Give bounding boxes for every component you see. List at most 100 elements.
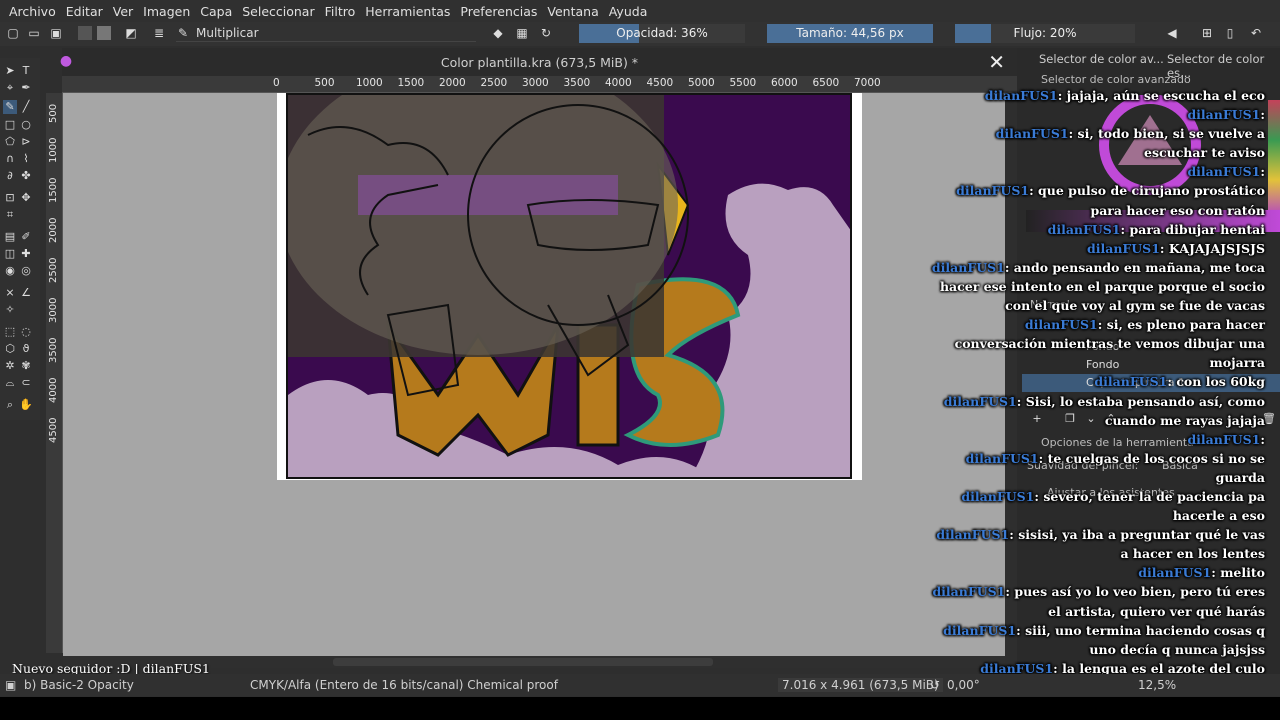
pattern-swatch-icon[interactable] (97, 26, 111, 40)
menu-item[interactable]: Editar (61, 4, 108, 19)
krita-logo-icon: ● (59, 53, 73, 69)
contiguous-select-icon[interactable]: ✲ (3, 359, 17, 373)
freehand-select-icon[interactable]: ϑ (19, 342, 33, 356)
opacity-slider[interactable]: Opacidad: 36% (579, 24, 745, 43)
menu-item[interactable]: Filtro (320, 4, 361, 19)
chat-username: dilanFUS1 (1094, 374, 1168, 390)
calligraphy-icon[interactable]: ✒ (19, 81, 33, 95)
assistant-tool-icon[interactable]: ⨯ (3, 286, 17, 300)
ruler-tick-label: 3500 (563, 77, 591, 89)
pan-tool-icon[interactable]: ✋ (19, 398, 33, 412)
chat-message: dilanFUS1: melito (930, 563, 1265, 582)
chat-text: : te cuelgas de los cocos si no se guard… (1038, 450, 1265, 485)
chat-text: : para dibujar hentai (1120, 221, 1265, 237)
eraser-icon[interactable]: ◆ (491, 26, 505, 40)
transform-tool-icon[interactable]: ⊡ (3, 191, 17, 205)
chat-message: dilanFUS1: si, es pleno para hacer conve… (930, 315, 1265, 372)
select-shapes-icon[interactable]: ➤ (3, 64, 17, 78)
chat-text: : si, todo bien, si se vuelve a escuchar… (1068, 126, 1265, 161)
save-icon[interactable]: ▣ (49, 26, 63, 40)
menu-item[interactable]: Preferencias (455, 4, 542, 19)
crop-tool-icon[interactable]: ⌗ (3, 208, 17, 222)
zoom-tool-icon[interactable]: ⌕ (3, 398, 17, 412)
dynamic-brush-icon[interactable]: ∂ (3, 169, 17, 183)
measure-tool-icon[interactable]: ∠ (19, 286, 33, 300)
ruler-tick-label: 4000 (48, 377, 59, 403)
smart-patch-icon[interactable]: ✚ (19, 247, 33, 261)
edit-shapes-icon[interactable]: ⌖ (3, 81, 17, 95)
chat-text: : (1260, 431, 1265, 447)
magnetic-select-icon[interactable]: ⊂ (19, 376, 33, 390)
document-tab-bar: Color plantilla.kra (673,5 MiB) * ✕ (62, 48, 1017, 76)
gradient-tool-icon[interactable]: ▤ (3, 230, 17, 244)
chat-text: : si, es pleno para hacer conversación m… (954, 317, 1265, 371)
polygon-tool-icon[interactable]: ⬠ (3, 135, 17, 149)
chat-message: dilanFUS1: KAJAJAJSJSJS (930, 239, 1265, 258)
chat-text: : pues así yo lo veo bien, pero tú eres … (1005, 584, 1265, 619)
colorize-mask-icon[interactable]: ◫ (3, 247, 17, 261)
document-title[interactable]: Color plantilla.kra (673,5 MiB) * (62, 55, 1017, 70)
chat-username: dilanFUS1 (1086, 240, 1160, 256)
color-space-status: CMYK/Alfa (Entero de 16 bits/canal) Chem… (250, 678, 558, 692)
color-picker-icon[interactable]: ✐ (19, 230, 33, 244)
ruler-tick-label: 1000 (48, 137, 59, 163)
rotation-status[interactable]: 0,00° (947, 678, 980, 692)
chat-message: dilanFUS1: jajaja, aún se escucha el eco (930, 86, 1265, 105)
ruler-tick-label: 500 (48, 103, 59, 123)
canvas-only-icon[interactable]: ▯ (1223, 26, 1237, 40)
fill-tool-icon[interactable]: ◉ (3, 264, 17, 278)
similar-select-icon[interactable]: ✾ (19, 359, 33, 373)
line-tool-icon[interactable]: ╱ (19, 100, 33, 114)
undo-icon[interactable]: ↶ (1249, 26, 1263, 40)
chat-username: dilanFUS1 (943, 393, 1017, 409)
chat-username: dilanFUS1 (1138, 565, 1212, 581)
menu-item[interactable]: Ayuda (604, 4, 653, 19)
close-document-icon[interactable]: ✕ (988, 50, 1005, 74)
artwork-canvas[interactable] (286, 93, 852, 479)
open-folder-icon[interactable]: ▭ (27, 26, 41, 40)
menu-item[interactable]: Seleccionar (237, 4, 319, 19)
reload-icon[interactable]: ↻ (539, 26, 553, 40)
bezier-select-icon[interactable]: ⌓ (3, 376, 17, 390)
menu-item[interactable]: Herramientas (360, 4, 455, 19)
brush-preset-status-icon[interactable]: ▣ (5, 678, 16, 692)
freehand-brush-icon[interactable]: ✎ (3, 100, 17, 114)
multibrush-icon[interactable]: ✤ (19, 169, 33, 183)
chat-message: dilanFUS1: Sisi, lo estaba pensando así,… (930, 392, 1265, 430)
rect-select-icon[interactable]: ⬚ (3, 325, 17, 339)
move-tool-icon[interactable]: ✥ (19, 191, 33, 205)
chat-text: : KAJAJAJSJSJS (1159, 240, 1265, 256)
freehand-path-icon[interactable]: ⌇ (19, 152, 33, 166)
mirror-horizontal-icon[interactable]: ◀ (1165, 26, 1179, 40)
zoom-status[interactable]: 12,5% (1138, 678, 1176, 692)
reference-tool-icon[interactable]: ✧ (3, 303, 17, 317)
brush-settings-icon[interactable]: ≣ (152, 26, 166, 40)
color-history-strip[interactable] (1268, 100, 1280, 220)
ruler-horizontal: 0 500 1000 1500 2000 2500 3000 3500 4000 4500 5000… (62, 76, 1017, 93)
menu-item[interactable]: Archivo (4, 4, 61, 19)
rotation-status-icon[interactable]: ↺ (930, 678, 940, 692)
alpha-lock-icon[interactable]: ▦ (515, 26, 529, 40)
new-document-icon[interactable]: ▢ (6, 26, 20, 40)
menu-item[interactable]: Ventana (542, 4, 603, 19)
size-slider[interactable]: Tamaño: 44,56 px (767, 24, 933, 43)
scrollbar-thumb[interactable] (333, 658, 713, 666)
gradient-swatch-icon[interactable] (78, 26, 92, 40)
enclose-fill-icon[interactable]: ◎ (19, 264, 33, 278)
menu-item[interactable]: Imagen (138, 4, 195, 19)
rectangle-tool-icon[interactable]: □ (3, 118, 17, 132)
bezier-tool-icon[interactable]: ∩ (3, 152, 17, 166)
text-tool-icon[interactable]: T (19, 64, 33, 78)
menu-item[interactable]: Capa (195, 4, 237, 19)
tab-advanced-color-selector[interactable]: Selector de color av... (1039, 52, 1164, 66)
wrap-icon[interactable]: ⊞ (1200, 26, 1214, 40)
ellipse-select-icon[interactable]: ◌ (19, 325, 33, 339)
fg-bg-color-icon[interactable]: ◩ (124, 26, 138, 40)
blend-mode-select[interactable]: Multiplicar (176, 25, 476, 42)
polyline-tool-icon[interactable]: ⊳ (19, 135, 33, 149)
flow-slider[interactable]: Flujo: 20% (955, 24, 1135, 43)
ruler-tick-label: 500 (314, 77, 335, 89)
menu-item[interactable]: Ver (108, 4, 138, 19)
polygon-select-icon[interactable]: ⬡ (3, 342, 17, 356)
ellipse-tool-icon[interactable]: ○ (19, 118, 33, 132)
